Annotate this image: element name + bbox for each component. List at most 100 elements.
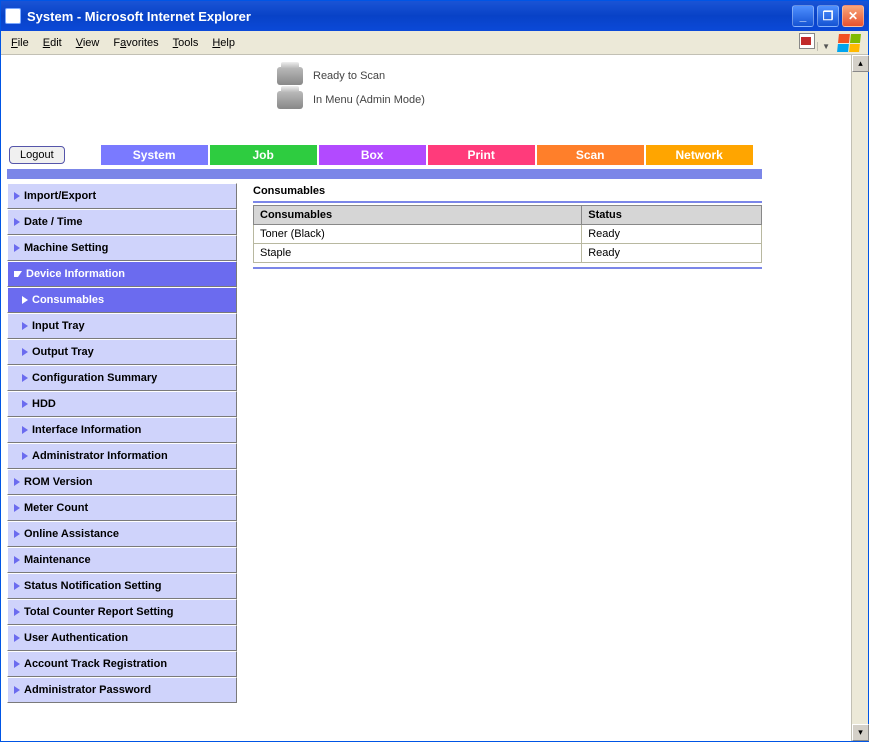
- chevron-down-icon: [14, 271, 22, 277]
- cell-consumable-status: Ready: [582, 225, 762, 244]
- chevron-right-icon: [14, 660, 20, 668]
- sidebar-item-total-counter-report-setting[interactable]: Total Counter Report Setting: [7, 599, 237, 625]
- menu-view[interactable]: View: [70, 35, 106, 51]
- sidebar-item-status-notification-setting[interactable]: Status Notification Setting: [7, 573, 237, 599]
- panel-bottom-divider: [253, 267, 762, 269]
- chevron-right-icon: [22, 452, 28, 460]
- window-title: System - Microsoft Internet Explorer: [27, 9, 792, 24]
- sidebar-item-date-time[interactable]: Date / Time: [7, 209, 237, 235]
- chevron-right-icon: [22, 322, 28, 330]
- sidebar-item-label: Machine Setting: [24, 242, 108, 254]
- status-mode: In Menu (Admin Mode): [313, 94, 425, 106]
- cell-consumable-status: Ready: [582, 244, 762, 263]
- menu-bar: File Edit View Favorites Tools Help ▼: [1, 31, 868, 55]
- tab-system[interactable]: System: [101, 145, 208, 165]
- menu-help[interactable]: Help: [206, 35, 241, 51]
- table-row: StapleReady: [254, 244, 762, 263]
- menu-edit[interactable]: Edit: [37, 35, 68, 51]
- scroll-down-button[interactable]: ▾: [852, 724, 869, 741]
- sidebar-item-configuration-summary[interactable]: Configuration Summary: [7, 365, 237, 391]
- scroll-up-button[interactable]: ▴: [852, 55, 869, 72]
- close-button[interactable]: ✕: [842, 5, 864, 27]
- chevron-right-icon: [14, 192, 20, 200]
- sidebar-item-label: Configuration Summary: [32, 372, 157, 384]
- cell-consumable-name: Staple: [254, 244, 582, 263]
- sidebar-item-label: Input Tray: [32, 320, 85, 332]
- sidebar-item-output-tray[interactable]: Output Tray: [7, 339, 237, 365]
- tab-box[interactable]: Box: [319, 145, 426, 165]
- sidebar-item-label: User Authentication: [24, 632, 128, 644]
- chevron-right-icon: [14, 556, 20, 564]
- sidebar-item-label: Date / Time: [24, 216, 83, 228]
- sidebar-item-label: ROM Version: [24, 476, 92, 488]
- logout-button[interactable]: Logout: [9, 146, 65, 164]
- sidebar-item-device-information[interactable]: Device Information: [7, 261, 237, 287]
- menu-file[interactable]: File: [5, 35, 35, 51]
- col-status: Status: [582, 206, 762, 225]
- menu-tools[interactable]: Tools: [167, 35, 205, 51]
- sidebar-item-label: Meter Count: [24, 502, 88, 514]
- chevron-right-icon: [22, 400, 28, 408]
- sidebar-item-label: Output Tray: [32, 346, 94, 358]
- sidebar-item-machine-setting[interactable]: Machine Setting: [7, 235, 237, 261]
- sidebar-item-input-tray[interactable]: Input Tray: [7, 313, 237, 339]
- chevron-right-icon: [14, 530, 20, 538]
- status-ready: Ready to Scan: [313, 70, 385, 82]
- device-status: Ready to Scan In Menu (Admin Mode): [277, 67, 845, 109]
- printer-icon: [277, 91, 303, 109]
- chevron-right-icon: [14, 686, 20, 694]
- sidebar-item-label: Administrator Information: [32, 450, 168, 462]
- sidebar-item-administrator-information[interactable]: Administrator Information: [7, 443, 237, 469]
- sidebar-item-label: Consumables: [32, 294, 104, 306]
- sidebar-item-user-authentication[interactable]: User Authentication: [7, 625, 237, 651]
- sidebar-item-meter-count[interactable]: Meter Count: [7, 495, 237, 521]
- menu-favorites[interactable]: Favorites: [107, 35, 164, 51]
- pdf-icon[interactable]: ▼: [799, 33, 830, 52]
- tab-print[interactable]: Print: [428, 145, 535, 165]
- chevron-right-icon: [22, 426, 28, 434]
- chevron-right-icon: [22, 296, 28, 304]
- scanner-icon: [277, 67, 303, 85]
- sidebar-item-interface-information[interactable]: Interface Information: [7, 417, 237, 443]
- consumables-table: Consumables Status Toner (Black)ReadySta…: [253, 205, 762, 263]
- sidebar-item-label: Administrator Password: [24, 684, 151, 696]
- panel-title: Consumables: [253, 183, 762, 203]
- sidebar-item-label: Device Information: [26, 268, 125, 280]
- maximize-button[interactable]: ❐: [817, 5, 839, 27]
- chevron-right-icon: [14, 504, 20, 512]
- chevron-right-icon: [22, 374, 28, 382]
- cell-consumable-name: Toner (Black): [254, 225, 582, 244]
- sidebar-nav: Import/Export Date / Time Machine Setting D…: [7, 183, 237, 703]
- chevron-right-icon: [22, 348, 28, 356]
- sidebar-item-label: Maintenance: [24, 554, 91, 566]
- chevron-right-icon: [14, 244, 20, 252]
- tab-scan[interactable]: Scan: [537, 145, 644, 165]
- page-content: Ready to Scan In Menu (Admin Mode) Logou…: [1, 55, 851, 741]
- chevron-right-icon: [14, 634, 20, 642]
- chevron-right-icon: [14, 478, 20, 486]
- sidebar-item-label: Account Track Registration: [24, 658, 167, 670]
- vertical-scrollbar[interactable]: ▴ ▾: [851, 55, 868, 741]
- sidebar-item-online-assistance[interactable]: Online Assistance: [7, 521, 237, 547]
- sidebar-item-import-export[interactable]: Import/Export: [7, 183, 237, 209]
- sidebar-item-maintenance[interactable]: Maintenance: [7, 547, 237, 573]
- window-titlebar: System - Microsoft Internet Explorer _ ❐…: [1, 1, 868, 31]
- header-divider: [7, 169, 762, 179]
- chevron-right-icon: [14, 582, 20, 590]
- browser-window: System - Microsoft Internet Explorer _ ❐…: [0, 0, 869, 742]
- sidebar-item-label: Import/Export: [24, 190, 96, 202]
- sidebar-item-label: Online Assistance: [24, 528, 119, 540]
- sidebar-item-hdd[interactable]: HDD: [7, 391, 237, 417]
- sidebar-item-label: HDD: [32, 398, 56, 410]
- sidebar-item-account-track-registration[interactable]: Account Track Registration: [7, 651, 237, 677]
- sidebar-item-rom-version[interactable]: ROM Version: [7, 469, 237, 495]
- tab-job[interactable]: Job: [210, 145, 317, 165]
- sidebar-item-consumables[interactable]: Consumables: [7, 287, 237, 313]
- main-panel: Consumables Consumables Status Toner (Bl…: [253, 183, 762, 703]
- chevron-right-icon: [14, 608, 20, 616]
- sidebar-item-administrator-password[interactable]: Administrator Password: [7, 677, 237, 703]
- sidebar-item-label: Total Counter Report Setting: [24, 606, 174, 618]
- minimize-button[interactable]: _: [792, 5, 814, 27]
- tab-network[interactable]: Network: [646, 145, 753, 165]
- windows-logo-icon[interactable]: [837, 34, 861, 52]
